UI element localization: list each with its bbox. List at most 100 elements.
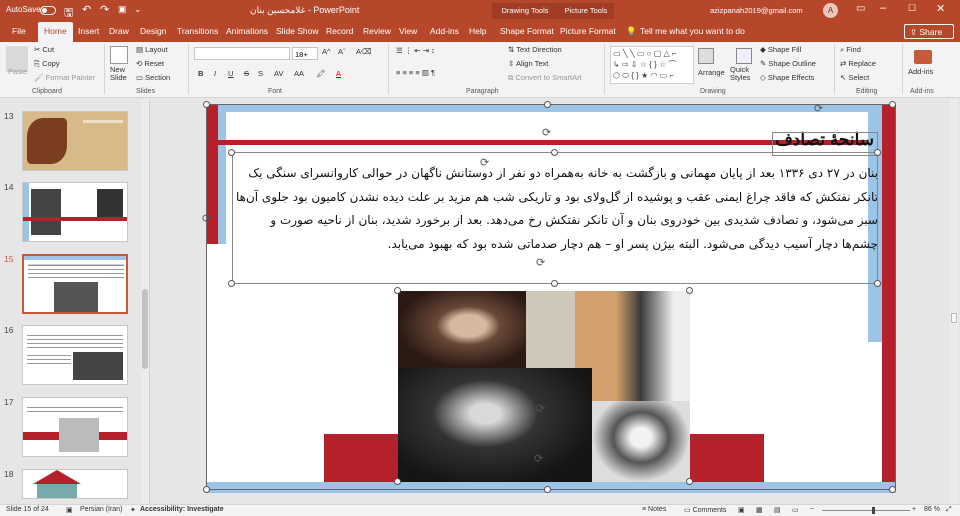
resize-handle[interactable] <box>686 478 693 485</box>
slide-thumbnail-17[interactable] <box>22 397 128 457</box>
notes-button[interactable]: ≡ Notes <box>642 506 666 513</box>
shape-outline-button[interactable]: ✎ Shape Outline <box>760 59 816 68</box>
replace-button[interactable]: ⇄ Replace <box>840 59 876 68</box>
tab-insert[interactable]: Insert <box>78 26 99 36</box>
minimize-icon[interactable]: – <box>880 2 886 14</box>
language-indicator[interactable]: Persian (Iran) <box>80 506 122 513</box>
align-icons[interactable]: ≡ ≡ ≡ ≡ ▥ ¶ <box>396 68 435 77</box>
undo-icon[interactable]: ↶ <box>82 3 91 16</box>
scrollbar-thumb[interactable] <box>142 289 148 369</box>
text-direction-button[interactable]: ⇅ Text Direction <box>508 45 562 54</box>
tab-add-ins[interactable]: Add-ins <box>430 26 459 36</box>
section-button[interactable]: ▭ Section <box>136 73 170 82</box>
slideshow-view-icon[interactable]: ▭ <box>792 506 799 514</box>
account-email[interactable]: azizpanah2019@gmail.com <box>710 6 803 15</box>
quick-styles-icon[interactable] <box>736 48 752 64</box>
accessibility-status[interactable]: Accessibility: Investigate <box>140 506 224 513</box>
rotate-handle-icon[interactable]: ⟳ <box>534 452 543 465</box>
new-slide-icon[interactable] <box>110 46 128 64</box>
fit-slide-icon[interactable]: ⤢ <box>946 506 952 514</box>
tab-view[interactable]: View <box>399 26 417 36</box>
slide-thumbnail-15[interactable] <box>22 254 128 314</box>
spellcheck-icon[interactable]: ▣ <box>66 506 73 514</box>
normal-view-icon[interactable]: ▣ <box>738 506 745 514</box>
char-spacing-icon[interactable]: AV <box>274 69 283 78</box>
slide-thumbnail-13[interactable] <box>22 111 128 171</box>
redo-icon[interactable]: ↷ <box>100 3 109 16</box>
close-icon[interactable]: ✕ <box>936 2 945 15</box>
arrange-button[interactable]: Arrange <box>698 68 725 77</box>
shapes-gallery[interactable]: ▭ ╲ ╲ ▭ ○ ▢ △ ⌐ ↳ ⇨ ⇩ ☆ { } ☆ ⌒ ⬡ ⬭ { } ★ … <box>610 46 694 84</box>
slide[interactable]: سانحهٔ تصادف بنان در ۲۷ دی ۱۳۳۶ بعد از پ… <box>202 101 896 493</box>
slide-sorter-icon[interactable]: ▦ <box>756 506 763 514</box>
resize-handle[interactable] <box>394 478 401 485</box>
zoom-out-icon[interactable]: − <box>810 506 814 513</box>
thumbnail-scrollbar[interactable] <box>141 99 149 504</box>
font-color-button[interactable]: A <box>336 69 341 78</box>
shape-effects-button[interactable]: ◇ Shape Effects <box>760 73 814 82</box>
text-shadow-icon[interactable]: S <box>258 69 263 78</box>
tab-shape-format[interactable]: Shape Format <box>500 26 554 36</box>
shape-fill-button[interactable]: ◆ Shape Fill <box>760 45 801 54</box>
maximize-icon[interactable]: ☐ <box>908 3 916 14</box>
tab-draw[interactable]: Draw <box>109 26 129 36</box>
change-case-button[interactable]: AA <box>294 69 304 78</box>
clear-format-icon[interactable]: A⌫ <box>356 47 372 56</box>
avatar[interactable]: A <box>823 3 838 18</box>
resize-handle[interactable] <box>551 280 558 287</box>
quick-styles-button[interactable]: Quick Styles <box>730 66 756 82</box>
tab-picture-format[interactable]: Picture Format <box>560 26 616 36</box>
save-icon[interactable]: 🖫 <box>64 4 73 23</box>
resize-handle[interactable] <box>394 287 401 294</box>
zoom-level[interactable]: 86 % <box>924 506 940 513</box>
rotate-handle-icon[interactable]: ⟳ <box>536 256 545 269</box>
slide-thumbnail-14[interactable] <box>22 182 128 242</box>
strikethrough-button[interactable]: S <box>244 69 249 78</box>
select-button[interactable]: ↖ Select <box>840 73 869 82</box>
resize-handle[interactable] <box>874 280 881 287</box>
resize-handle[interactable] <box>889 486 896 493</box>
rotate-handle-icon[interactable]: ⟳ <box>536 402 545 415</box>
reading-view-icon[interactable]: ▤ <box>774 506 781 514</box>
resize-handle[interactable] <box>228 149 235 156</box>
tab-slide-show[interactable]: Slide Show <box>276 26 319 36</box>
copy-button[interactable]: ⎘ Copy <box>34 59 60 69</box>
tab-home[interactable]: Home <box>38 22 73 42</box>
slideshow-start-icon[interactable]: ▣ <box>118 4 127 15</box>
layout-button[interactable]: ▤ Layout <box>136 45 168 54</box>
new-slide-button[interactable]: New Slide <box>110 66 132 82</box>
share-button[interactable]: ⇪ Share <box>904 24 954 39</box>
resize-handle[interactable] <box>686 287 693 294</box>
format-painter-button[interactable]: 🖌 Format Painter <box>34 73 95 82</box>
resize-handle[interactable] <box>228 280 235 287</box>
resize-handle[interactable] <box>203 101 210 108</box>
convert-smartart-button[interactable]: ⧉ Convert to SmartArt <box>508 73 582 83</box>
underline-button[interactable]: U <box>228 69 233 78</box>
reset-button[interactable]: ⟲ Reset <box>136 59 164 68</box>
zoom-slider[interactable] <box>822 507 910 514</box>
comments-button[interactable]: ▭ Comments <box>684 506 726 514</box>
align-text-button[interactable]: ⇳ Align Text <box>508 59 548 68</box>
resize-handle[interactable] <box>203 486 210 493</box>
rotate-handle-icon[interactable]: ⟳ <box>542 126 551 139</box>
resize-handle[interactable] <box>551 149 558 156</box>
scrollbar-thumb[interactable] <box>951 313 957 323</box>
ribbon-display-icon[interactable]: ▭ <box>856 3 865 14</box>
font-name-input[interactable] <box>194 47 290 60</box>
rotate-handle-icon[interactable]: ⟳ <box>480 156 489 169</box>
tab-review[interactable]: Review <box>363 26 391 36</box>
tab-animations[interactable]: Animations <box>226 26 268 36</box>
rotate-handle-icon[interactable]: ⟳ <box>814 102 823 115</box>
autosave-toggle[interactable] <box>40 6 56 15</box>
italic-button[interactable]: I <box>214 69 216 78</box>
slide-thumbnail-16[interactable] <box>22 325 128 385</box>
tab-transitions[interactable]: Transitions <box>177 26 218 36</box>
zoom-slider-thumb[interactable] <box>872 507 875 514</box>
add-ins-button[interactable]: Add-ins <box>908 67 933 76</box>
add-ins-icon[interactable] <box>914 50 932 64</box>
cut-button[interactable]: ✂ Cut <box>34 45 54 54</box>
tab-file[interactable]: File <box>12 26 26 36</box>
tab-record[interactable]: Record <box>326 26 353 36</box>
font-size-input[interactable]: 18+ <box>292 47 318 60</box>
canvas-scrollbar[interactable] <box>950 99 958 504</box>
